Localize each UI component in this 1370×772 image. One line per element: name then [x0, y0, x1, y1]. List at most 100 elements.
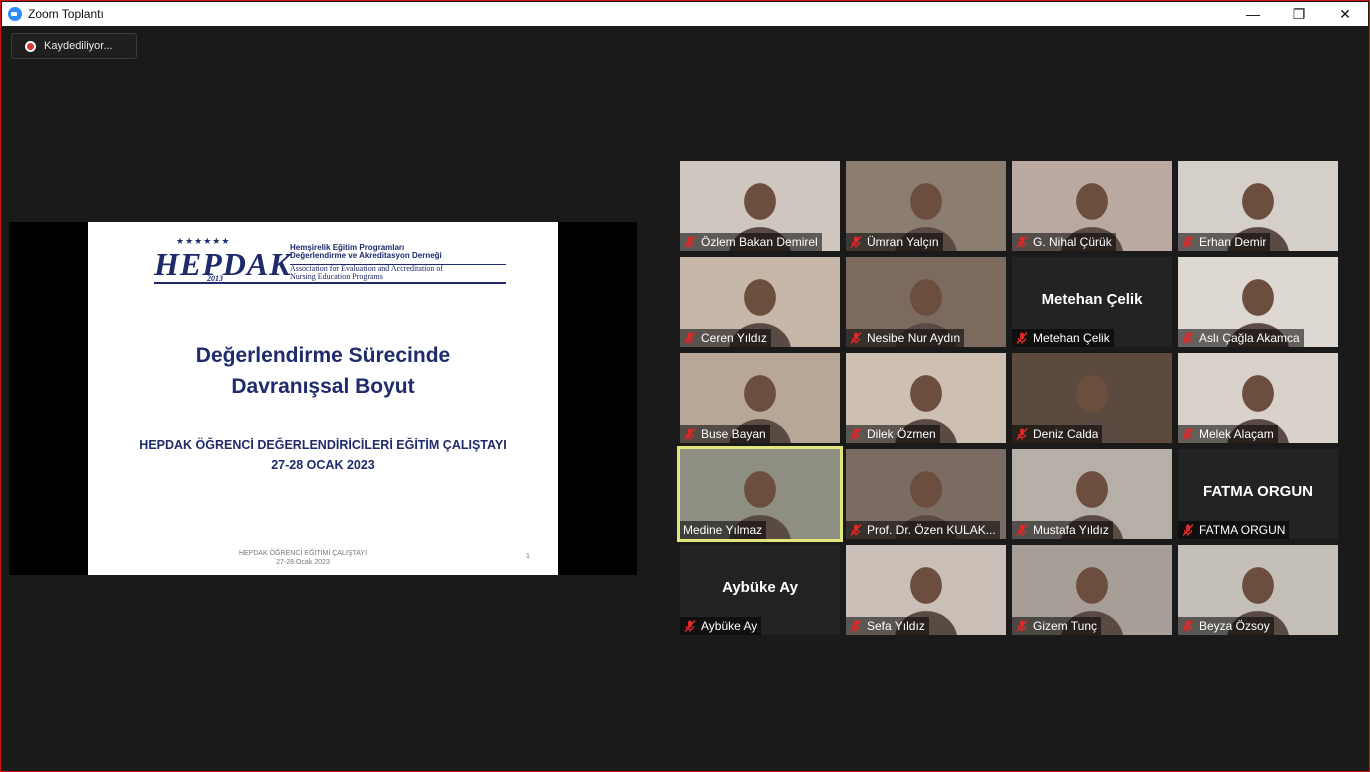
- zoom-window: Zoom Toplantı — ❐ ✕ Kaydediliyor... ★★★★…: [0, 0, 1370, 772]
- title-bar: Zoom Toplantı — ❐ ✕: [2, 2, 1368, 26]
- record-icon: [25, 40, 36, 52]
- recording-label: Kaydediliyor...: [44, 40, 113, 52]
- participant-name-label: Özlem Bakan Demirel: [680, 233, 822, 251]
- slide-subtitle-line-1: HEPDAK ÖĞRENCİ DEĞERLENDİRİCİLERİ EĞİTİM…: [139, 438, 507, 452]
- logo-line-4: Nursing Education Programs: [290, 272, 383, 281]
- muted-mic-icon: [849, 619, 863, 633]
- participant-name: Dilek Özmen: [867, 427, 936, 441]
- participant-name-label: Nesibe Nur Aydın: [846, 329, 965, 347]
- slide-subtitle: HEPDAK ÖĞRENCİ DEĞERLENDİRİCİLERİ EĞİTİM…: [88, 435, 558, 475]
- slide-footer: HEPDAK ÖĞRENCİ EĞİTİMİ ÇALIŞTAYI 27-28 O…: [88, 549, 518, 567]
- participant-tile[interactable]: Deniz Calda: [1012, 353, 1172, 443]
- participant-tile[interactable]: Erhan Demir: [1178, 161, 1338, 251]
- participant-display-name: Aybüke Ay: [722, 579, 798, 596]
- muted-mic-icon: [1015, 523, 1029, 537]
- muted-mic-icon: [683, 427, 697, 441]
- zoom-app-icon: [8, 7, 22, 21]
- muted-mic-icon: [1181, 523, 1195, 537]
- participant-tile[interactable]: Prof. Dr. Özen KULAK...: [846, 449, 1006, 539]
- muted-mic-icon: [683, 619, 697, 633]
- participant-name-label: Sefa Yıldız: [846, 617, 929, 635]
- participant-tile[interactable]: Ceren Yıldız: [680, 257, 840, 347]
- muted-mic-icon: [1015, 331, 1029, 345]
- participant-name-label: Dilek Özmen: [846, 425, 940, 443]
- muted-mic-icon: [1015, 427, 1029, 441]
- slide-title-line-1: Değerlendirme Sürecinde: [195, 344, 451, 367]
- muted-mic-icon: [1181, 331, 1195, 345]
- participant-name-label: Prof. Dr. Özen KULAK...: [846, 521, 1000, 539]
- slide-title-line-2: Davranışsal Boyut: [231, 375, 415, 398]
- slide-page-number: 1: [526, 553, 530, 560]
- participant-name: Deniz Calda: [1033, 427, 1099, 441]
- participant-name: G. Nihal Çürük: [1033, 235, 1112, 249]
- participant-tile[interactable]: Buse Bayan: [680, 353, 840, 443]
- participant-name-label: G. Nihal Çürük: [1012, 233, 1116, 251]
- participant-name-label: Erhan Demir: [1178, 233, 1271, 251]
- participant-name: Ümran Yalçın: [867, 235, 939, 249]
- participant-name: Erhan Demir: [1199, 235, 1267, 249]
- window-title: Zoom Toplantı: [28, 7, 104, 21]
- participant-tile[interactable]: G. Nihal Çürük: [1012, 161, 1172, 251]
- muted-mic-icon: [683, 235, 697, 249]
- participant-name: Melek Alaçam: [1199, 427, 1274, 441]
- hepdak-logo: ★★★★★★ HEPDAK 2013 Hemşirelik Eğitim Pro…: [154, 236, 508, 288]
- slide-footer-line-2: 27-28 Ocak 2023: [276, 559, 330, 566]
- participant-name: Beyza Özsoy: [1199, 619, 1270, 633]
- participant-tile[interactable]: Mustafa Yıldız: [1012, 449, 1172, 539]
- participant-name: Gizem Tunç: [1033, 619, 1098, 633]
- muted-mic-icon: [849, 235, 863, 249]
- participant-tile[interactable]: FATMA ORGUN FATMA ORGUN: [1178, 449, 1338, 539]
- gallery-view: Özlem Bakan Demirel Ümran Yalçın G. Nihal …: [677, 161, 1338, 635]
- participant-tile[interactable]: Metehan Çelik Metehan Çelik: [1012, 257, 1172, 347]
- participant-display-name: FATMA ORGUN: [1203, 483, 1313, 500]
- muted-mic-icon: [1181, 235, 1195, 249]
- logo-divider: [290, 264, 506, 265]
- participant-name: FATMA ORGUN: [1199, 523, 1286, 537]
- participant-name: Aybüke Ay: [701, 619, 758, 633]
- slide-title: Değerlendirme Sürecinde Davranışsal Boyu…: [88, 340, 558, 402]
- participant-tile[interactable]: Aslı Çağla Akamca: [1178, 257, 1338, 347]
- participant-name: Buse Bayan: [701, 427, 766, 441]
- participant-name: Medine Yılmaz: [683, 523, 763, 537]
- muted-mic-icon: [1015, 235, 1029, 249]
- participant-tile[interactable]: Sefa Yıldız: [846, 545, 1006, 635]
- participant-tile[interactable]: Nesibe Nur Aydın: [846, 257, 1006, 347]
- participant-name-label: Ümran Yalçın: [846, 233, 943, 251]
- participant-tile[interactable]: Gizem Tunç: [1012, 545, 1172, 635]
- muted-mic-icon: [1181, 427, 1195, 441]
- participant-tile[interactable]: Medine Yılmaz: [677, 446, 843, 542]
- participant-name-label: Deniz Calda: [1012, 425, 1103, 443]
- participant-name-label: Aslı Çağla Akamca: [1178, 329, 1304, 347]
- minimize-button[interactable]: —: [1230, 2, 1276, 26]
- participant-name: Ceren Yıldız: [701, 331, 767, 345]
- muted-mic-icon: [849, 331, 863, 345]
- participant-tile[interactable]: Dilek Özmen: [846, 353, 1006, 443]
- participant-tile[interactable]: Özlem Bakan Demirel: [680, 161, 840, 251]
- participant-name: Prof. Dr. Özen KULAK...: [867, 523, 996, 537]
- participant-name-label: FATMA ORGUN: [1178, 521, 1290, 539]
- participant-tile[interactable]: Melek Alaçam: [1178, 353, 1338, 443]
- participant-name: Sefa Yıldız: [867, 619, 925, 633]
- participant-name-label: Melek Alaçam: [1178, 425, 1278, 443]
- logo-underline: [154, 282, 506, 284]
- logo-line-2: Değerlendirme ve Akreditasyon Derneği: [290, 251, 442, 260]
- participant-tile[interactable]: Beyza Özsoy: [1178, 545, 1338, 635]
- participant-name: Özlem Bakan Demirel: [701, 235, 818, 249]
- participant-tile[interactable]: Aybüke Ay Aybüke Ay: [680, 545, 840, 635]
- shared-screen[interactable]: ★★★★★★ HEPDAK 2013 Hemşirelik Eğitim Pro…: [9, 222, 637, 575]
- participant-name-label: Ceren Yıldız: [680, 329, 771, 347]
- participant-name: Nesibe Nur Aydın: [867, 331, 961, 345]
- participant-name-label: Buse Bayan: [680, 425, 770, 443]
- participant-name-label: Mustafa Yıldız: [1012, 521, 1113, 539]
- muted-mic-icon: [683, 331, 697, 345]
- slide-footer-line-1: HEPDAK ÖĞRENCİ EĞİTİMİ ÇALIŞTAYI: [238, 550, 368, 557]
- muted-mic-icon: [849, 427, 863, 441]
- participant-name-label: Metehan Çelik: [1012, 329, 1114, 347]
- participant-name: Metehan Çelik: [1033, 331, 1110, 345]
- close-button[interactable]: ✕: [1322, 2, 1368, 26]
- restore-button[interactable]: ❐: [1276, 2, 1322, 26]
- muted-mic-icon: [1181, 619, 1195, 633]
- recording-indicator[interactable]: Kaydediliyor...: [11, 33, 137, 59]
- participant-tile[interactable]: Ümran Yalçın: [846, 161, 1006, 251]
- participant-name: Aslı Çağla Akamca: [1199, 331, 1300, 345]
